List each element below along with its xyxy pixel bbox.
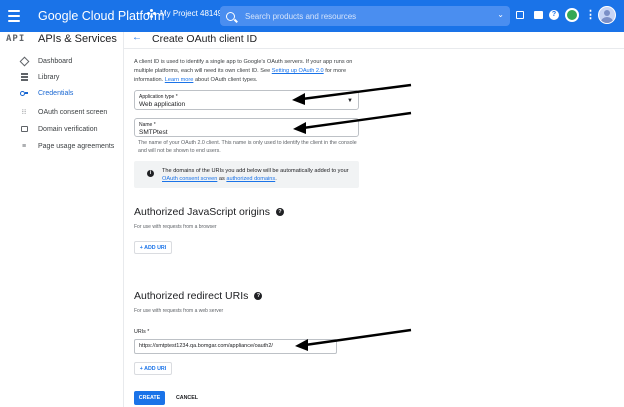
application-type-label: Application type *: [139, 94, 178, 100]
notice-text: The domains of the URIs you add below wi…: [162, 168, 349, 182]
add-js-origin-uri-button[interactable]: + ADD URI: [134, 241, 172, 254]
domain-icon: [20, 125, 28, 133]
sidebar-item-library[interactable]: Library: [0, 70, 124, 84]
redirect-uris-heading: Authorized redirect URIs ?: [134, 290, 263, 302]
sidebar-header: API APIs & Services: [0, 32, 124, 48]
more-options-icon[interactable]: ⋮: [585, 10, 596, 21]
info-icon: i: [147, 170, 154, 177]
avatar[interactable]: [598, 6, 616, 24]
search-input[interactable]: [245, 11, 475, 21]
search-bar[interactable]: ⌄: [220, 6, 510, 26]
setting-up-oauth-link[interactable]: Setting up OAuth 2.0: [272, 68, 324, 74]
add-redirect-uri-button[interactable]: + ADD URI: [134, 362, 172, 375]
sidebar-title: APIs & Services: [38, 33, 117, 45]
js-origins-heading: Authorized JavaScript origins ?: [134, 206, 284, 218]
library-icon: [20, 73, 28, 81]
sidebar-item-label: Page usage agreements: [38, 142, 115, 150]
sidebar-item-domain-verification[interactable]: Domain verification: [0, 122, 124, 136]
sidebar-item-oauth-consent[interactable]: ⁝⁝ OAuth consent screen: [0, 105, 124, 119]
back-arrow-icon[interactable]: ←: [132, 32, 142, 43]
oauth-consent-screen-link[interactable]: OAuth consent screen: [162, 176, 217, 182]
help-icon[interactable]: ?: [549, 10, 560, 21]
brand-title[interactable]: Google Cloud Platform: [38, 9, 164, 23]
application-type-select[interactable]: Application type * Web application ▼: [134, 90, 359, 110]
consent-icon: ⁝⁝: [21, 109, 27, 116]
page-header: ← Create OAuth client ID: [124, 32, 624, 49]
help-icon[interactable]: ?: [275, 208, 284, 216]
dashboard-icon: [19, 56, 29, 66]
sidebar-item-credentials[interactable]: Credentials: [0, 86, 124, 100]
project-dots-icon: [147, 9, 156, 18]
redirect-uri-field[interactable]: https://smtptest1234.qa.bomgar.com/appli…: [134, 339, 337, 354]
dropdown-caret-icon: ▼: [347, 98, 353, 104]
application-type-value: Web application: [139, 101, 186, 108]
create-button[interactable]: CREATE: [134, 391, 165, 405]
search-icon: [226, 11, 235, 21]
sidebar-item-label: Library: [38, 73, 60, 81]
gift-icon[interactable]: [515, 10, 526, 21]
uris-label: URIs *: [134, 329, 150, 335]
sidebar-item-page-usage[interactable]: ≡ Page usage agreements: [0, 139, 124, 153]
hamburger-menu-icon[interactable]: [6, 8, 22, 24]
domains-notice: i The domains of the URIs you add below …: [134, 161, 359, 188]
sidebar-item-label: Domain verification: [38, 125, 98, 133]
top-app-bar: Google Cloud Platform My Project 48149 ▼…: [0, 0, 624, 32]
sidebar: API APIs & Services Dashboard Library Cr…: [0, 32, 124, 407]
redirect-uris-subtitle: For use with requests from a web server: [134, 308, 224, 314]
key-icon: [20, 89, 28, 97]
api-icon: API: [6, 34, 26, 44]
name-label: Name *: [139, 122, 156, 128]
page-title: Create OAuth client ID: [152, 33, 258, 45]
project-name: My Project 48149: [160, 9, 223, 18]
name-field[interactable]: Name * SMTPtest: [134, 118, 359, 137]
sidebar-item-label: Credentials: [38, 89, 74, 97]
notifications-icon[interactable]: [565, 8, 579, 22]
name-value: SMTPtest: [139, 129, 168, 136]
name-hint: The name of your OAuth 2.0 client. This …: [138, 140, 357, 154]
intro-description: A client ID is used to identify a single…: [134, 59, 353, 83]
sidebar-item-label: OAuth consent screen: [38, 108, 108, 116]
search-expand-icon[interactable]: ⌄: [497, 10, 504, 19]
settings-icon: ≡: [21, 142, 27, 150]
cloud-shell-icon[interactable]: [533, 10, 544, 21]
learn-more-link[interactable]: Learn more: [165, 77, 194, 83]
authorized-domains-link[interactable]: authorized domains: [226, 176, 275, 182]
cancel-button[interactable]: CANCEL: [172, 391, 202, 405]
sidebar-item-label: Dashboard: [38, 57, 73, 65]
js-origins-subtitle: For use with requests from a browser: [134, 224, 217, 230]
sidebar-item-dashboard[interactable]: Dashboard: [0, 54, 124, 68]
help-icon[interactable]: ?: [254, 292, 263, 300]
